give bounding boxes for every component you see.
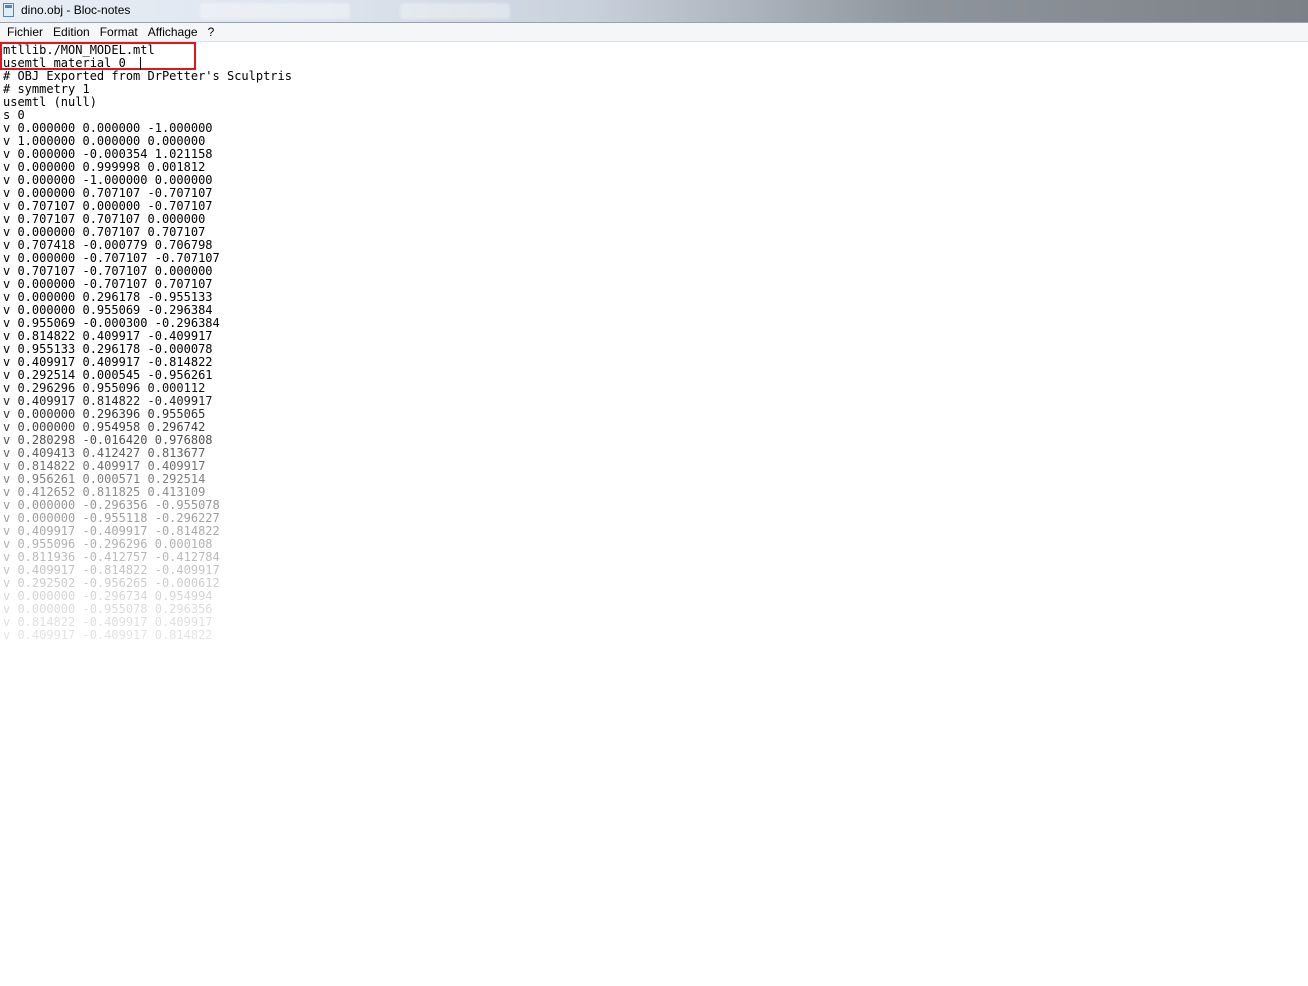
editor-lines: mtllib./MON_MODEL.mtl usemtl material_0 # … — [3, 44, 292, 642]
text-line: usemtl (null) — [3, 95, 97, 109]
text-line: v 0.409917 -0.409917 0.814822 — [3, 628, 213, 642]
highlight-annotation-box — [0, 42, 196, 70]
menu-edition[interactable]: Edition — [48, 23, 95, 41]
blurred-tab — [400, 3, 510, 19]
menu-bar: Fichier Edition Format Affichage ? — [0, 23, 1308, 42]
text-editor[interactable]: mtllib./MON_MODEL.mtl usemtl material_0 # … — [0, 42, 1308, 986]
text-caret — [140, 57, 141, 70]
menu-fichier[interactable]: Fichier — [2, 23, 48, 41]
menu-help[interactable]: ? — [203, 23, 220, 41]
menu-format[interactable]: Format — [95, 23, 143, 41]
title-bar[interactable]: dino.obj - Bloc-notes — [0, 0, 1308, 23]
blurred-tab — [200, 3, 350, 19]
menu-affichage[interactable]: Affichage — [143, 23, 203, 41]
notepad-icon — [3, 3, 14, 17]
window-title: dino.obj - Bloc-notes — [21, 3, 131, 17]
notepad-window: dino.obj - Bloc-notes Fichier Edition Fo… — [0, 0, 1308, 986]
